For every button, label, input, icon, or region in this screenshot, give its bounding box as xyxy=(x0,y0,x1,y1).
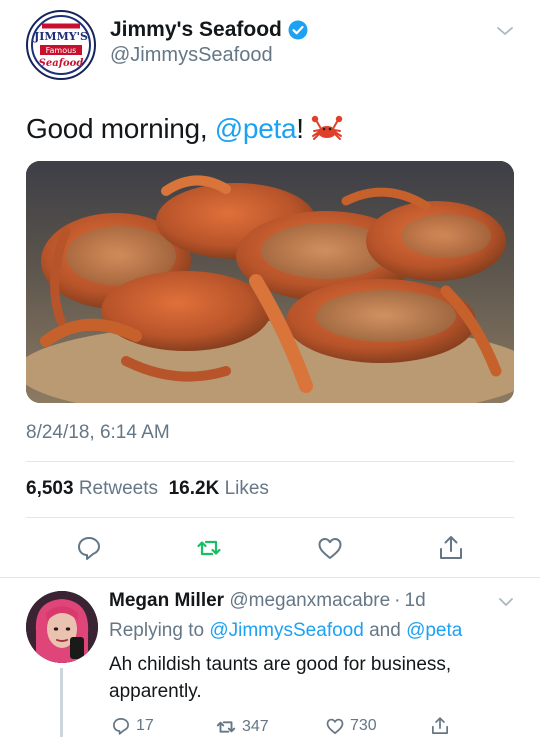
replying-prefix: Replying to xyxy=(109,620,205,641)
author-name-row[interactable]: Jimmy's Seafood xyxy=(110,18,308,42)
reply-time[interactable]: 1d xyxy=(405,590,426,611)
chevron-down-icon[interactable] xyxy=(498,596,514,608)
tweet-photo[interactable] xyxy=(26,161,514,403)
replying-to-link[interactable]: @JimmysSeafood xyxy=(209,620,363,641)
jimmys-logo: JIMMY'S Famous Seafood xyxy=(29,13,93,77)
retweets-label[interactable]: Retweets xyxy=(79,478,158,499)
replying-joiner: and xyxy=(369,620,401,641)
author-avatar[interactable]: JIMMY'S Famous Seafood xyxy=(26,10,96,80)
reply-like-action[interactable]: 730 xyxy=(325,716,377,736)
reply-icon[interactable] xyxy=(111,716,131,736)
like-icon[interactable] xyxy=(325,716,345,736)
logo-line3: Seafood xyxy=(39,58,84,69)
reply-author-name[interactable]: Megan Miller xyxy=(109,590,224,611)
tweet-text-start: Good morning, xyxy=(26,113,215,144)
reply-retweet-count: 347 xyxy=(242,718,269,735)
share-icon[interactable] xyxy=(430,716,450,736)
retweet-icon[interactable] xyxy=(195,534,223,562)
tweet-timestamp[interactable]: 8/24/18, 6:14 AM xyxy=(26,422,170,444)
tweet-text-end: ! xyxy=(296,113,304,144)
reply-share-action[interactable] xyxy=(430,716,450,736)
logo-line2: Famous xyxy=(46,46,77,55)
reply-like-count: 730 xyxy=(350,717,377,734)
chevron-down-icon[interactable] xyxy=(496,24,514,38)
replying-to: Replying to @JimmysSeafood and @peta xyxy=(109,620,462,642)
divider xyxy=(26,517,514,518)
crab-emoji-icon xyxy=(311,115,342,140)
reply-avatar-image xyxy=(26,591,98,663)
like-icon[interactable] xyxy=(316,534,344,562)
reply-reply-action[interactable]: 17 xyxy=(111,716,154,736)
reply-avatar[interactable] xyxy=(26,591,98,663)
logo-line1: JIMMY'S xyxy=(33,30,88,43)
thread-line xyxy=(60,668,63,737)
reply-separator: · xyxy=(394,590,401,611)
tweet-stats: 6,503 Retweets 16.2K Likes xyxy=(26,478,269,500)
reply-author-handle[interactable]: @meganxmacabre xyxy=(229,590,390,611)
divider xyxy=(26,461,514,462)
likes-count[interactable]: 16.2K xyxy=(169,478,220,499)
steamed-crabs-image xyxy=(26,161,514,403)
likes-label[interactable]: Likes xyxy=(225,478,269,499)
section-divider xyxy=(0,577,540,578)
author-name[interactable]: Jimmy's Seafood xyxy=(110,18,282,42)
author-handle[interactable]: @JimmysSeafood xyxy=(110,44,273,67)
share-icon[interactable] xyxy=(437,534,465,562)
reply-retweet-action[interactable]: 347 xyxy=(215,716,269,737)
verified-badge-icon xyxy=(288,20,308,40)
retweets-count[interactable]: 6,503 xyxy=(26,478,74,499)
replying-to-link[interactable]: @peta xyxy=(406,620,462,641)
reply-icon[interactable] xyxy=(75,534,103,562)
mention-link[interactable]: @peta xyxy=(215,113,297,145)
reply-reply-count: 17 xyxy=(136,717,154,734)
retweet-icon[interactable] xyxy=(215,716,237,737)
tweet-text: Good morning, @peta ! xyxy=(26,113,344,145)
reply-header: Megan Miller @meganxmacabre · 1d xyxy=(109,590,426,612)
reply-text: Ah childish taunts are good for business… xyxy=(109,654,452,702)
